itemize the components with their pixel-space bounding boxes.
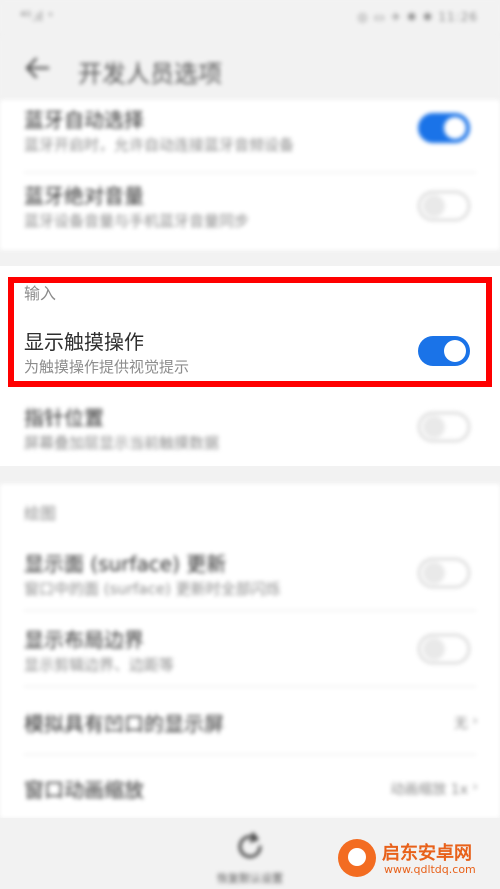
status-bar: ⁴ᴳ.ıl ⁺ ◎ ▭ ✈ ✱ ✱ 11:26 (0, 0, 500, 36)
divider (24, 172, 476, 173)
setting-title: 蓝牙绝对音量 (24, 184, 144, 208)
setting-subtitle: 屏幕叠加层显示当前触摸数据 (24, 434, 220, 452)
setting-layout-bounds[interactable]: 显示布局边界 显示剪辑边界、边距等 (0, 618, 500, 682)
back-arrow-icon[interactable] (20, 50, 56, 86)
setting-title: 显示面 (surface) 更新 (24, 552, 227, 576)
setting-title: 窗口动画缩放 (24, 778, 144, 802)
highlight-frame (8, 277, 492, 387)
watermark-url: www.qdltdq.com (384, 863, 476, 876)
app-bar: 开发人员选项 (0, 36, 500, 100)
drawing-card: 绘图 显示面 (surface) 更新 窗口中的面 (surface) 更新时全… (0, 484, 500, 818)
divider (24, 754, 476, 755)
chevron-right-icon: › (472, 713, 478, 729)
section-header-drawing: 绘图 (24, 504, 57, 523)
bottom-bar: 恢复默认设置 启东安卓网 www.qdltdq.com (0, 818, 500, 889)
refresh-icon (233, 830, 267, 864)
setting-title: 模拟具有凹口的显示屏 (24, 712, 224, 736)
setting-subtitle: 蓝牙设备音量与手机蓝牙音量同步 (24, 212, 250, 230)
setting-title: 显示布局边界 (24, 628, 144, 652)
setting-subtitle: 窗口中的面 (surface) 更新时全部闪烁 (24, 580, 281, 598)
setting-simulate-display[interactable]: 模拟具有凹口的显示屏 无 › (0, 696, 500, 750)
setting-bluetooth-volume[interactable]: 蓝牙绝对音量 蓝牙设备音量与手机蓝牙音量同步 (0, 176, 500, 246)
setting-pointer-location[interactable]: 指针位置 屏幕叠加层显示当前触摸数据 (0, 400, 500, 462)
bluetooth-codec-toggle[interactable] (418, 113, 470, 143)
divider (24, 686, 476, 687)
bluetooth-card: 蓝牙自动选择 蓝牙开启时，允许自动连接蓝牙音频设备 蓝牙绝对音量 蓝牙设备音量与… (0, 100, 500, 250)
bluetooth-volume-toggle[interactable] (418, 191, 470, 221)
page-title: 开发人员选项 (78, 60, 222, 88)
setting-value: 无 (454, 716, 468, 732)
layout-bounds-toggle[interactable] (418, 634, 470, 664)
setting-title: 指针位置 (24, 406, 104, 430)
signal-icon: ⁴ᴳ.ıl ⁺ (20, 10, 54, 25)
watermark-name: 启东安卓网 (382, 843, 472, 864)
setting-bluetooth-codec[interactable]: 蓝牙自动选择 蓝牙开启时，允许自动连接蓝牙音频设备 (0, 100, 500, 170)
setting-window-animation[interactable]: 窗口动画缩放 动画缩放 1x › (0, 764, 500, 818)
setting-title: 蓝牙自动选择 (24, 108, 144, 132)
setting-surface-updates[interactable]: 显示面 (surface) 更新 窗口中的面 (surface) 更新时全部闪烁 (0, 542, 500, 606)
setting-subtitle: 蓝牙开启时，允许自动连接蓝牙音频设备 (24, 136, 295, 154)
status-icons: ◎ ▭ ✈ ✱ ✱ 11:26 (357, 10, 478, 24)
pointer-location-toggle[interactable] (418, 412, 470, 442)
chevron-right-icon: › (472, 779, 478, 795)
divider (24, 610, 476, 611)
surface-updates-toggle[interactable] (418, 558, 470, 588)
reset-label: 恢复默认设置 (217, 872, 283, 885)
watermark: 启东安卓网 www.qdltdq.com (338, 837, 488, 879)
setting-subtitle: 显示剪辑边界、边距等 (24, 656, 175, 674)
watermark-logo (338, 839, 376, 877)
reset-button[interactable]: 恢复默认设置 (190, 818, 310, 889)
setting-value: 动画缩放 1x (390, 782, 468, 798)
